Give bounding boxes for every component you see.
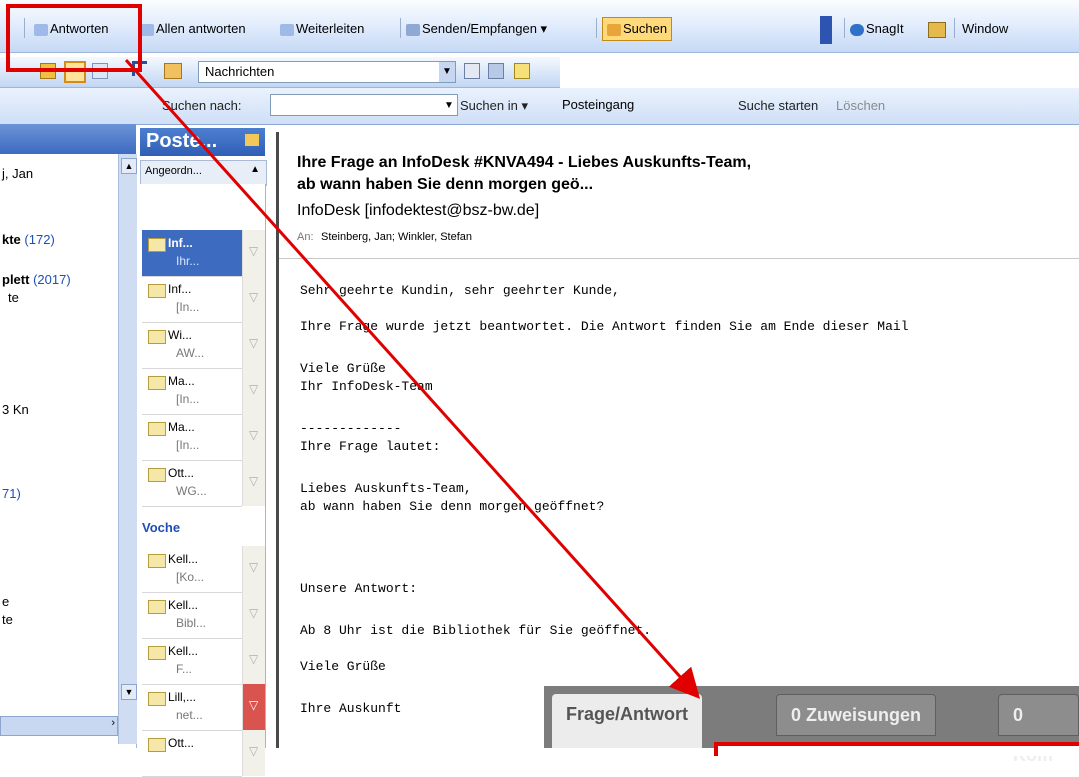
annotation-arrow [124, 58, 701, 699]
